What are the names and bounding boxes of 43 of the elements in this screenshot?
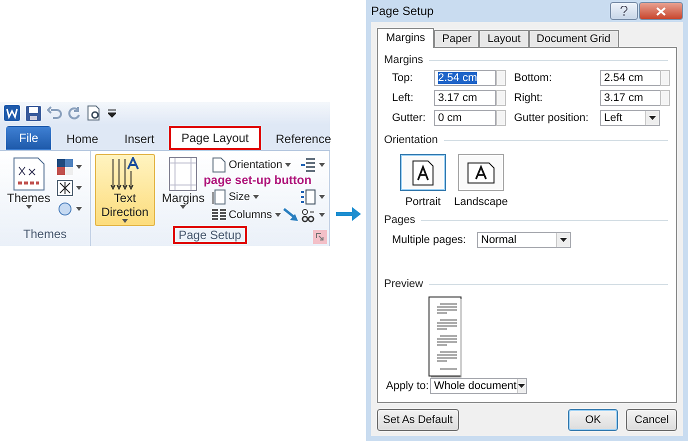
option-label: Landscape	[454, 196, 508, 208]
dropdown-field[interactable]: Left	[600, 110, 660, 126]
ribbon-tab[interactable]: Home	[55, 128, 110, 150]
section-heading: Orientation	[384, 134, 438, 146]
spin-field[interactable]: 2.54 cm	[434, 70, 496, 86]
dialog-button[interactable]: Cancel	[626, 409, 677, 431]
dialog-button[interactable]: OK	[568, 409, 618, 431]
section-heading: Pages	[384, 214, 416, 226]
section-heading: Preview	[384, 278, 424, 290]
field-label: Left:	[392, 92, 414, 104]
field-label: Right:	[514, 92, 544, 104]
field-label: Top:	[392, 72, 414, 84]
dialog-title: Page Setup	[371, 4, 434, 18]
field-label: Multiple pages:	[392, 234, 467, 246]
field-label: Gutter position:	[514, 112, 590, 124]
dropdown-field[interactable]: Normal	[477, 232, 571, 248]
page-setup-command[interactable]: Size	[212, 188, 259, 205]
dialog-tab[interactable]: Document Grid	[528, 30, 618, 48]
group-label: Page Setup	[172, 226, 248, 244]
spin-field[interactable]: 3.17 cm	[434, 90, 496, 106]
page-setup-command[interactable]: Orientation	[212, 156, 292, 173]
option-label: Portrait	[405, 196, 441, 208]
ribbon-tab[interactable]: Insert	[113, 128, 166, 150]
spin-field[interactable]: 0 cm	[434, 110, 496, 126]
dialog-tab[interactable]: Margins	[377, 28, 434, 48]
themes-button[interactable]: Themes	[4, 154, 54, 225]
field-label: Bottom:	[514, 72, 553, 84]
dialog-button[interactable]: Set As Default	[377, 409, 459, 431]
spin-field[interactable]: 2.54 cm	[600, 70, 662, 86]
annotation-label: page set-up button	[204, 174, 313, 187]
group-label: Themes	[22, 226, 68, 243]
ribbon-tab[interactable]: Page Layout	[169, 126, 261, 150]
spin-field[interactable]: 3.17 cm	[600, 90, 662, 106]
dialog-tab[interactable]: Layout	[479, 30, 529, 48]
field-label: Apply to:	[386, 380, 430, 392]
page-setup-command[interactable]: Columns	[212, 206, 281, 223]
dialog-tab[interactable]: Paper	[434, 30, 480, 48]
ribbon-tab[interactable]: File	[6, 126, 52, 150]
section-heading: Margins	[384, 54, 424, 66]
text-direction-button[interactable]: Text Direction	[94, 154, 155, 226]
dropdown-field[interactable]: Whole document	[430, 378, 527, 394]
ribbon-tab[interactable]: Reference	[264, 128, 342, 150]
field-label: Gutter:	[392, 112, 427, 124]
